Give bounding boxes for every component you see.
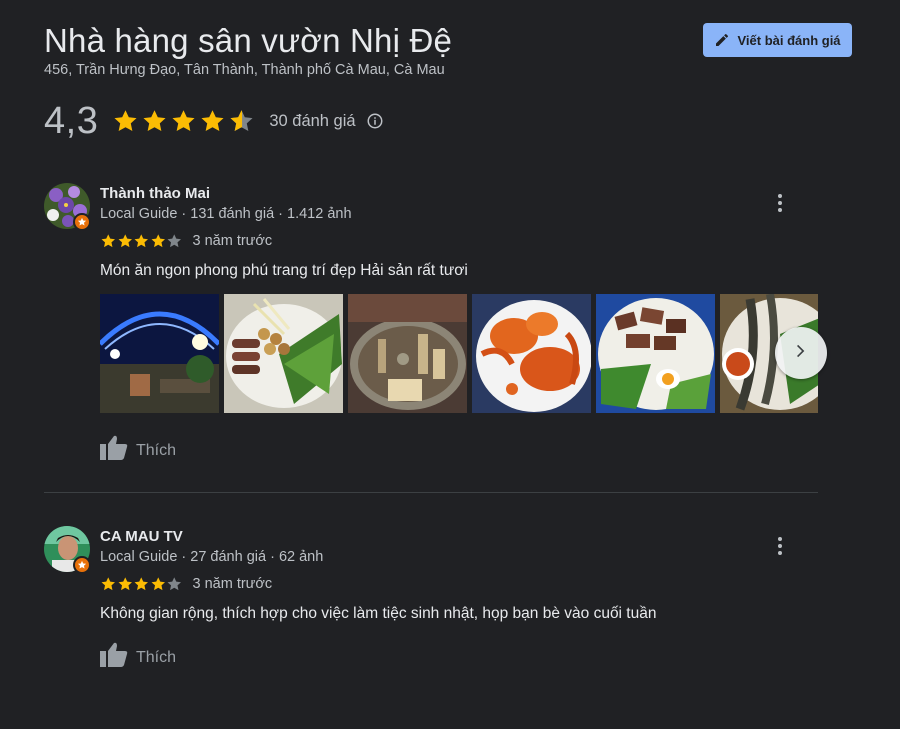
star-icon [101,577,115,591]
star-icon [101,234,115,248]
write-review-label: Viết bài đánh giá [737,32,841,48]
thumb-up-icon [100,642,128,673]
review-rating: 3 năm trước [100,233,272,250]
average-stars [112,108,255,135]
review-card: CA MAU TV Local Guide · 27 đánh giá · 62… [44,526,818,676]
thumb-up-icon [100,435,128,466]
reviews-page: Nhà hàng sân vườn Nhị Đệ 456, Trần Hưng … [0,0,900,729]
review-photo[interactable] [348,294,467,413]
star-icon [118,577,132,591]
review-photos [100,294,818,413]
reviewer-name[interactable]: CA MAU TV [100,528,183,545]
place-address: 456, Trần Hưng Đạo, Tân Thành, Thành phố… [44,62,445,78]
reviewer-name[interactable]: Thành thảo Mai [100,185,210,202]
local-guide-icon [73,213,91,231]
review-stars [100,576,183,593]
star-icon [172,109,195,131]
review-count[interactable]: 30 đánh giá [269,112,355,131]
review-time: 3 năm trước [192,233,273,250]
pencil-icon [714,32,730,48]
star-icon [151,234,165,248]
avatar[interactable] [44,183,91,231]
review-text: Không gian rộng, thích hợp cho việc làm … [100,605,657,622]
star-icon [114,109,137,131]
like-label: Thích [136,648,177,666]
review-time: 3 năm trước [192,576,273,593]
place-title: Nhà hàng sân vườn Nhị Đệ [44,22,453,59]
review-divider [44,492,818,493]
review-text: Món ăn ngon phong phú trang trí đẹp Hải … [100,262,468,279]
half-star-icon [230,109,253,131]
like-label: Thích [136,441,177,459]
local-guide-icon [73,556,91,574]
avatar[interactable] [44,526,91,574]
star-icon [151,577,165,591]
review-photo[interactable] [472,294,591,413]
reviewer-meta: Local Guide · 27 đánh giá · 62 ảnh [100,549,324,565]
review-photo[interactable] [224,294,343,413]
review-photo[interactable] [596,294,715,413]
like-button[interactable]: Thích [100,435,176,466]
like-button[interactable]: Thích [100,642,176,673]
review-photo[interactable] [100,294,219,413]
empty-star-icon [167,577,181,591]
reviewer-meta: Local Guide · 131 đánh giá · 1.412 ảnh [100,206,352,222]
empty-star-icon [167,234,181,248]
review-card: Thành thảo Mai Local Guide · 131 đánh gi… [44,183,827,473]
review-rating: 3 năm trước [100,576,272,593]
star-icon [143,109,166,131]
write-review-button[interactable]: Viết bài đánh giá [703,23,852,57]
rating-summary: 4,3 30 đánh giá [44,98,384,144]
review-stars [100,233,183,250]
next-photos-button[interactable] [775,327,827,379]
star-icon [118,234,132,248]
star-icon [134,577,148,591]
average-rating: 4,3 [44,99,99,142]
info-icon[interactable] [366,112,384,130]
star-icon [201,109,224,131]
more-vert-icon[interactable] [772,191,788,215]
star-icon [134,234,148,248]
chevron-right-icon [791,341,811,366]
more-vert-icon[interactable] [772,534,788,558]
